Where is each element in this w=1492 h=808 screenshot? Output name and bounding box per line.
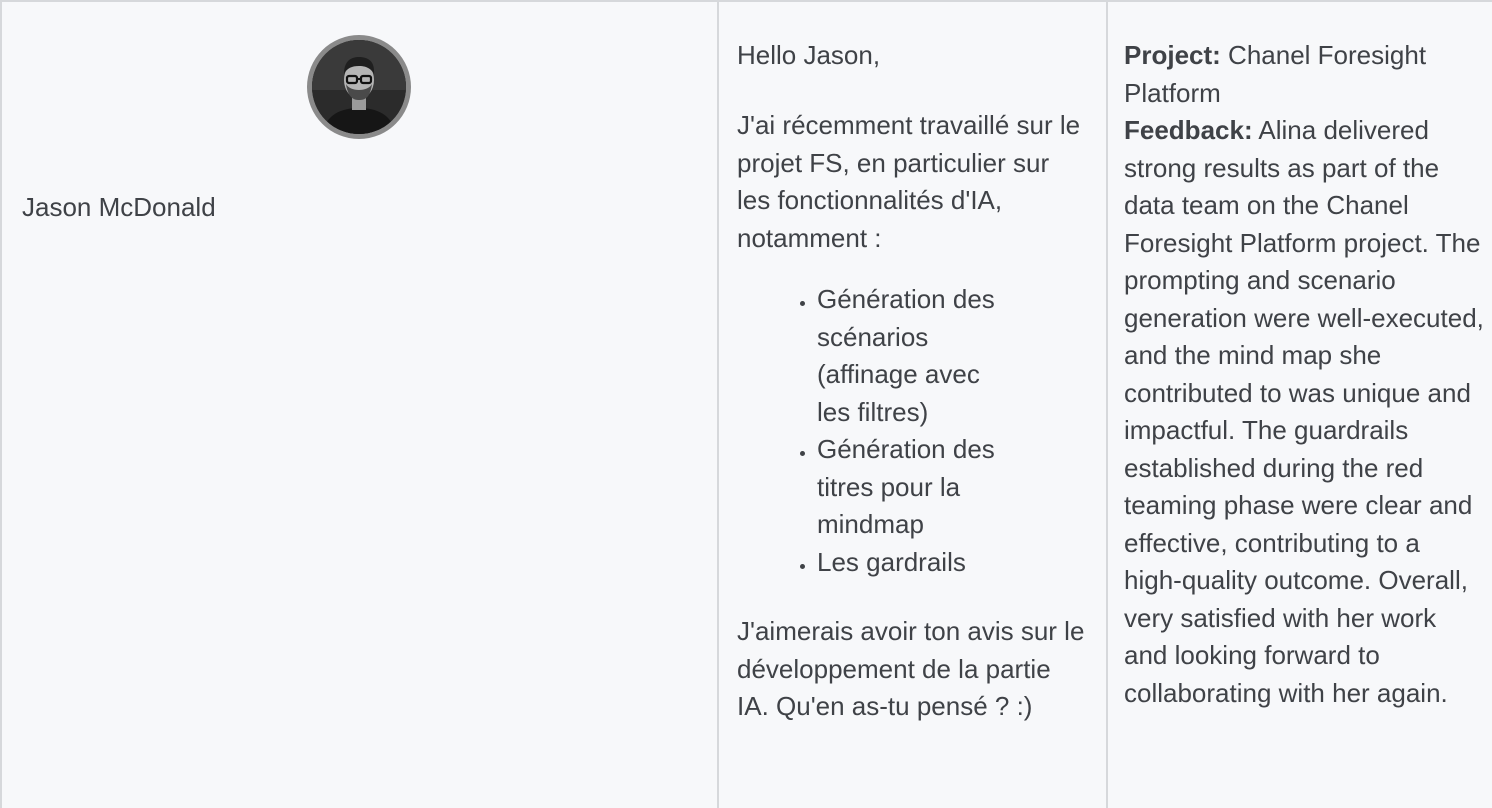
- table-row: Jason McDonald Hello Jason, J'ai récemme…: [0, 0, 1492, 808]
- project-line: Project: Chanel Foresight Platform: [1124, 37, 1484, 112]
- feedback-block: Project: Chanel Foresight Platform Feedb…: [1124, 37, 1484, 712]
- person-cell: Jason McDonald: [0, 2, 717, 808]
- person-photo-icon: [312, 40, 406, 134]
- message-closing: J'aimerais avoir ton avis sur le dévelop…: [737, 616, 1085, 721]
- avatar[interactable]: [307, 35, 411, 139]
- message-intro: J'ai récemment travaillé sur le projet F…: [737, 110, 1081, 253]
- topic-list: Génération des scénarios (affinage avec …: [791, 281, 1017, 581]
- message-cell: Hello Jason, J'ai récemment travaillé su…: [717, 2, 1106, 808]
- feedback-label: Feedback:: [1124, 115, 1253, 145]
- list-item: Génération des scénarios (affinage avec …: [817, 281, 1017, 431]
- message-greeting: Hello Jason,: [737, 40, 881, 70]
- feedback-line: Feedback: Alina delivered strong results…: [1124, 112, 1484, 712]
- person-name: Jason McDonald: [22, 192, 216, 222]
- feedback-cell: Project: Chanel Foresight Platform Feedb…: [1106, 2, 1492, 808]
- list-item: Les gardrails: [817, 544, 1017, 582]
- avatar-photo: [312, 40, 406, 134]
- list-item: Génération des titres pour la mindmap: [817, 431, 1017, 544]
- project-label: Project:: [1124, 40, 1221, 70]
- feedback-value: Alina delivered strong results as part o…: [1124, 115, 1484, 708]
